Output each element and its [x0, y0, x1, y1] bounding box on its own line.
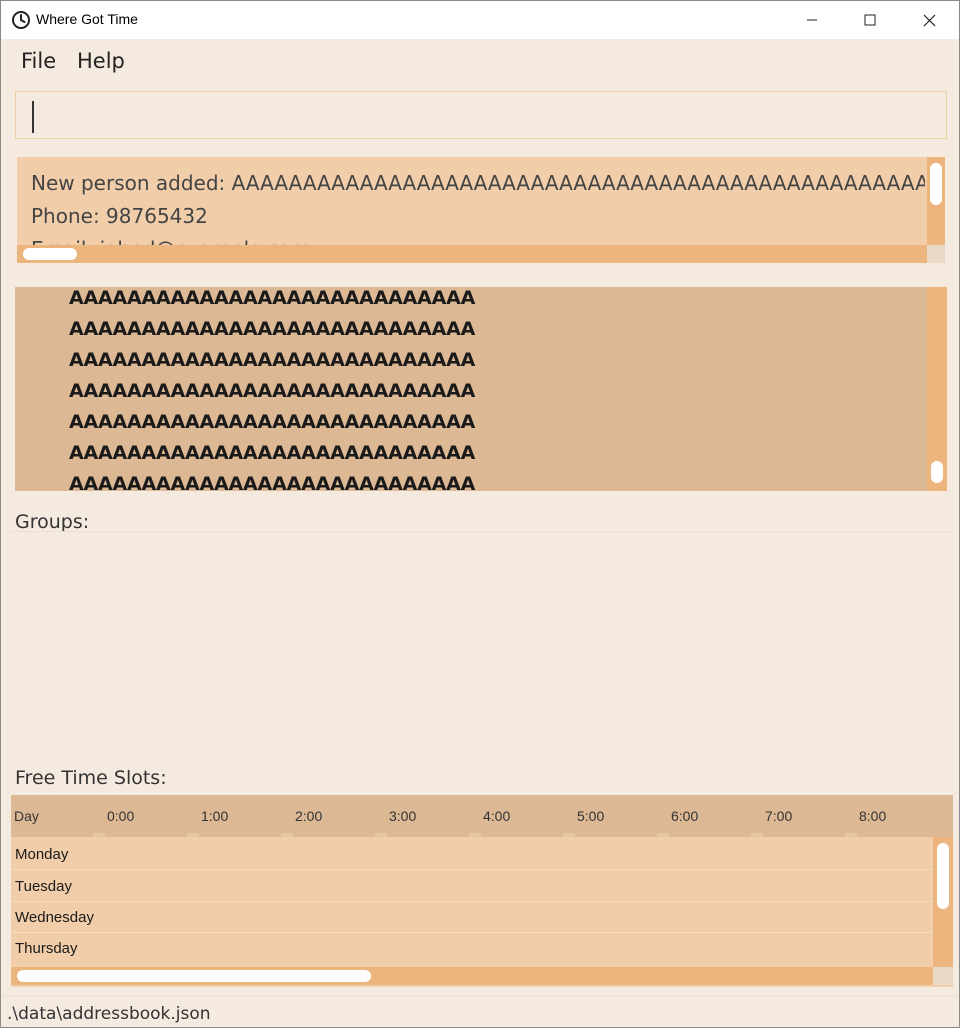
- result-line: New person added: AAAAAAAAAAAAAAAAAAAAAA…: [31, 171, 925, 195]
- column-header[interactable]: 0:00: [107, 808, 134, 824]
- free-time-slots-label: Free Time Slots:: [15, 767, 167, 789]
- scrollbar-corner: [933, 967, 953, 985]
- column-header[interactable]: 1:00: [201, 808, 228, 824]
- minimize-icon: [807, 19, 817, 21]
- column-resize-handle[interactable]: [563, 833, 575, 837]
- column-header-day[interactable]: Day: [14, 808, 39, 824]
- column-resize-handle[interactable]: [187, 833, 199, 837]
- day-cell: Thursday: [15, 940, 78, 957]
- result-line: Phone: 98765432: [31, 204, 208, 228]
- text-caret: [32, 101, 34, 133]
- column-header[interactable]: 5:00: [577, 808, 604, 824]
- column-header[interactable]: 4:00: [483, 808, 510, 824]
- day-cell: Wednesday: [15, 909, 94, 926]
- day-cell: Tuesday: [15, 878, 72, 895]
- status-bar: .\data\addressbook.json: [1, 995, 959, 1027]
- menu-bar: File Help: [1, 39, 959, 83]
- person-list-item[interactable]: AAAAAAAAAAAAAAAAAAAAAAAAAAAA: [69, 349, 475, 371]
- close-button[interactable]: [900, 1, 958, 39]
- column-header[interactable]: 8:00: [859, 808, 886, 824]
- result-vertical-scrollbar[interactable]: [927, 157, 945, 245]
- save-location-path: .\data\addressbook.json: [7, 1004, 211, 1024]
- table-row[interactable]: Wednesday: [11, 902, 933, 933]
- column-header[interactable]: 3:00: [389, 808, 416, 824]
- table-row[interactable]: Thursday: [11, 933, 933, 964]
- table-row[interactable]: Monday: [11, 839, 933, 870]
- scroll-thumb[interactable]: [931, 461, 943, 483]
- column-header[interactable]: 7:00: [765, 808, 792, 824]
- column-resize-handle[interactable]: [469, 833, 481, 837]
- minimize-button[interactable]: [783, 1, 841, 39]
- person-list-item[interactable]: AAAAAAAAAAAAAAAAAAAAAAAAAAAA: [69, 411, 475, 433]
- groups-label: Groups:: [15, 511, 90, 533]
- scroll-thumb[interactable]: [23, 248, 77, 260]
- person-list-item[interactable]: AAAAAAAAAAAAAAAAAAAAAAAAAAAA: [69, 442, 475, 464]
- maximize-button[interactable]: [841, 1, 899, 39]
- table-header: Day 0:00 1:00 2:00 3:00 4:00 5:00 6:00 7…: [11, 795, 953, 837]
- command-input[interactable]: [15, 91, 947, 139]
- person-list-item[interactable]: AAAAAAAAAAAAAAAAAAAAAAAAAAAA: [69, 318, 475, 340]
- column-header[interactable]: 6:00: [671, 808, 698, 824]
- free-time-slots-table[interactable]: Day 0:00 1:00 2:00 3:00 4:00 5:00 6:00 7…: [11, 795, 953, 987]
- column-header[interactable]: 2:00: [295, 808, 322, 824]
- scroll-thumb[interactable]: [937, 843, 949, 909]
- maximize-icon: [864, 14, 876, 26]
- column-resize-handle[interactable]: [93, 833, 105, 837]
- person-list-item[interactable]: AAAAAAAAAAAAAAAAAAAAAAAAAAAA: [69, 473, 475, 491]
- day-cell: Monday: [15, 846, 69, 863]
- scrollbar-corner: [927, 245, 945, 263]
- table-vertical-scrollbar[interactable]: [933, 837, 953, 967]
- table-horizontal-scrollbar[interactable]: [11, 967, 933, 985]
- groups-panel: [9, 531, 953, 763]
- person-list-item[interactable]: AAAAAAAAAAAAAAAAAAAAAAAAAAAA: [69, 287, 475, 309]
- title-bar: Where Got Time: [1, 1, 959, 39]
- column-resize-handle[interactable]: [751, 833, 763, 837]
- scroll-thumb[interactable]: [17, 970, 371, 982]
- clock-icon: [12, 11, 30, 29]
- result-display[interactable]: New person added: AAAAAAAAAAAAAAAAAAAAAA…: [17, 157, 945, 263]
- scroll-thumb[interactable]: [930, 163, 942, 205]
- menu-file[interactable]: File: [21, 49, 56, 73]
- result-text: New person added: AAAAAAAAAAAAAAAAAAAAAA…: [31, 167, 925, 253]
- close-icon: [923, 14, 935, 26]
- table-row[interactable]: Tuesday: [11, 871, 933, 902]
- person-list[interactable]: AAAAAAAAAAAAAAAAAAAAAAAAAAAA AAAAAAAAAAA…: [15, 287, 947, 491]
- column-resize-handle[interactable]: [845, 833, 857, 837]
- menu-help[interactable]: Help: [77, 49, 125, 73]
- person-list-item[interactable]: AAAAAAAAAAAAAAAAAAAAAAAAAAAA: [69, 380, 475, 402]
- person-list-scrollbar[interactable]: [927, 287, 947, 491]
- column-resize-handle[interactable]: [375, 833, 387, 837]
- column-resize-handle[interactable]: [281, 833, 293, 837]
- result-horizontal-scrollbar[interactable]: [17, 245, 927, 263]
- column-resize-handle[interactable]: [657, 833, 669, 837]
- window-title: Where Got Time: [36, 11, 138, 27]
